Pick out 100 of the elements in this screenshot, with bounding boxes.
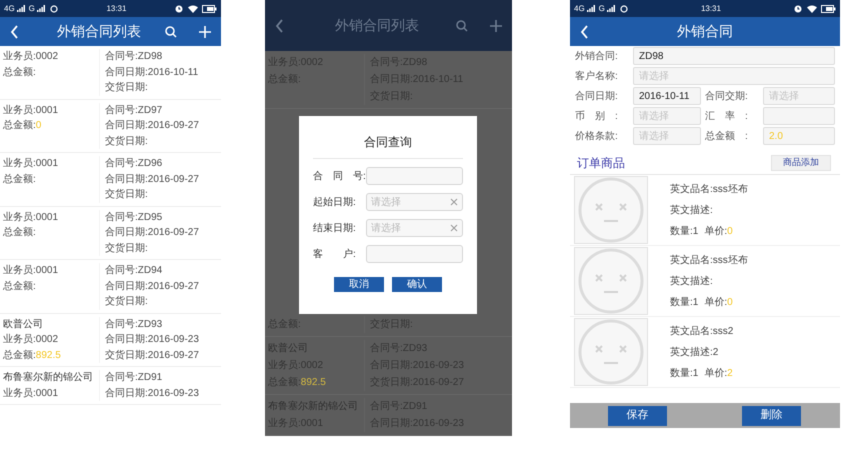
screen-title: 外销合同列表 (57, 22, 141, 41)
delivery-date: 交货日期: (105, 80, 149, 95)
salesman: 业务员:0001 (3, 104, 60, 118)
add-product-button[interactable]: 商品添加 (771, 154, 831, 170)
input-field[interactable] (366, 245, 463, 263)
input-field[interactable] (366, 167, 463, 185)
contract-date: 合同日期:2016-09-23 (105, 332, 200, 347)
search-icon[interactable] (456, 20, 468, 32)
network-label: G (598, 2, 605, 14)
clear-icon[interactable] (450, 198, 458, 206)
amount-label: 总金额: (3, 118, 36, 133)
contract-number: 合同号:ZD97 (105, 104, 164, 118)
contract-number: 合同号:ZD98 (105, 50, 164, 64)
amount-label: 总金额: (3, 226, 36, 240)
network-label: G (28, 2, 35, 14)
product-name: 英文品名:sss坯布 (670, 182, 748, 196)
contract-date: 合同日期:2016-09-23 (105, 386, 200, 400)
screen-title: 外销合同 (677, 22, 733, 41)
delivery-date: 交货日期:2016-09-27 (105, 348, 200, 362)
signal-icon (606, 5, 615, 12)
back-chevron-icon[interactable] (275, 18, 284, 32)
wifi-icon (807, 4, 817, 12)
signal-icon (36, 5, 45, 12)
field-label: 外销合同: (575, 50, 619, 64)
network-label: 4G (4, 2, 15, 14)
product-quantity: 数量:1 (670, 224, 698, 238)
product-name: 英文品名:sss坯布 (670, 254, 748, 268)
field-label: 价格条款: (575, 130, 619, 144)
contract-date: 合同日期:2016-10-11 (105, 66, 200, 80)
product-description: 英文描述: (670, 204, 714, 218)
action-button[interactable]: 删除 (742, 406, 801, 426)
amount-value: 0 (36, 119, 42, 133)
salesman: 业务员:0001 (3, 210, 60, 224)
amount-label: 总金额: (3, 348, 36, 362)
field-label: 合同交期: (705, 90, 749, 104)
signal-icon (586, 5, 595, 12)
delivery-date: 交货日期: (105, 188, 149, 202)
wifi-icon (188, 4, 198, 12)
amount-value: 892.5 (300, 376, 326, 390)
delivery-date: 交货日期: (105, 134, 149, 148)
clear-icon[interactable] (450, 224, 458, 232)
dialog-title: 合同查询 (364, 134, 412, 151)
delivery-date: 交货日期: (105, 242, 149, 256)
product-quantity: 数量:1 (670, 296, 698, 310)
contract-number: 合同号:ZD96 (105, 157, 164, 171)
input-field[interactable]: 2016-10-11 (633, 87, 701, 105)
battery-icon (821, 4, 836, 12)
circle-icon (50, 4, 58, 12)
alarm-icon (794, 4, 802, 12)
contract-number: 合同号:ZD91 (105, 371, 164, 385)
price-label: 单价: (704, 296, 728, 310)
input-field[interactable]: ZD98 (633, 47, 835, 65)
field-label: 合 同 号: (313, 170, 363, 184)
action-button[interactable]: 保存 (608, 406, 667, 426)
price-label: 单价: (704, 224, 728, 238)
price-value: 0 (727, 224, 733, 238)
field-label: 币 别 : (575, 110, 619, 124)
company-name: 欧普公司 (3, 318, 44, 332)
add-icon[interactable] (490, 20, 502, 32)
amount-value: 892.5 (36, 348, 61, 362)
field-label: 合同日期: (575, 90, 619, 104)
field-label: 结束日期: (313, 222, 357, 236)
battery-icon (202, 4, 217, 12)
status-time: 13:31 (106, 2, 126, 14)
salesman: 业务员:0001 (3, 386, 60, 400)
screen-title: 外销合同列表 (335, 16, 419, 35)
input-field[interactable] (763, 107, 835, 125)
salesman: 业务员:0002 (3, 50, 60, 64)
status-time: 13:31 (700, 2, 721, 14)
salesman: 业务员:0001 (3, 264, 60, 278)
contract-date: 合同日期:2016-09-27 (105, 280, 200, 294)
delivery-date: 交货日期: (105, 294, 149, 309)
circle-icon (620, 4, 628, 12)
search-icon[interactable] (165, 26, 177, 38)
salesman: 业务员:0002 (3, 332, 60, 347)
field-label: 客 户: (313, 248, 357, 262)
amount-label: 总金额: (3, 172, 36, 186)
alarm-icon (175, 4, 183, 12)
field-label: 总金额 : (705, 130, 749, 144)
salesman: 业务员:0001 (3, 156, 60, 171)
contract-date: 合同日期:2016-09-27 (105, 226, 200, 240)
section-title: 订单商品 (577, 155, 625, 172)
field-label: 客户名称: (575, 70, 619, 84)
amount-label: 总金额: (3, 280, 36, 294)
dialog-button[interactable]: 取消 (334, 277, 384, 292)
contract-date: 合同日期:2016-09-27 (105, 172, 200, 186)
company-name: 布鲁塞尔新的锦公司 (3, 370, 94, 385)
field-label: 汇 率 : (705, 110, 749, 124)
product-name: 英文品名:sss2 (670, 324, 734, 338)
contract-date: 合同日期:2016-09-27 (105, 118, 200, 133)
price-label: 单价: (704, 366, 728, 380)
network-label: 4G (574, 2, 585, 14)
contract-number: 合同号:ZD94 (105, 264, 164, 278)
price-value: 2 (727, 366, 733, 380)
dialog-button[interactable]: 确认 (392, 277, 442, 292)
price-value: 0 (727, 296, 733, 310)
contract-number: 合同号:ZD95 (105, 210, 164, 224)
product-quantity: 数量:1 (670, 366, 698, 380)
product-description: 英文描述:2 (670, 346, 720, 360)
field-label: 起始日期: (313, 196, 357, 210)
